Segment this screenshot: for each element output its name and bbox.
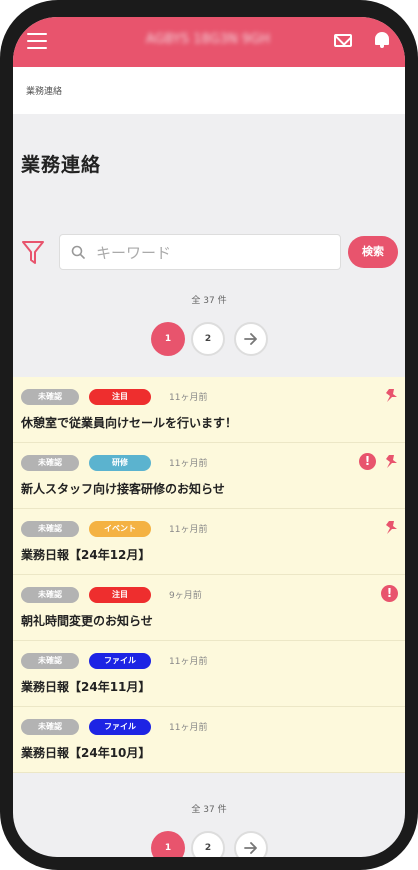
bell-icon[interactable]: [375, 32, 389, 48]
search-box: [59, 234, 341, 271]
timestamp: 11ヶ月前: [169, 525, 208, 535]
pagination: 1 2: [151, 322, 281, 358]
list-item[interactable]: 未確認 ファイル 11ヶ月前 業務日報【24年10月】: [13, 707, 405, 773]
page-title: 業務連絡: [21, 154, 102, 176]
status-badge: 未確認: [21, 719, 79, 735]
filter-icon[interactable]: [22, 240, 44, 266]
status-badge: 未確認: [21, 587, 79, 603]
list-item[interactable]: 未確認 注目 11ヶ月前 休憩室で従業員向けセールを行います！: [13, 377, 405, 443]
notice-list: 未確認 注目 11ヶ月前 休憩室で従業員向けセールを行います！ 未確認 研修 1…: [13, 377, 405, 773]
header-title: AGBYS 18G3N 9GH: [145, 32, 271, 47]
next-page-button[interactable]: [234, 322, 268, 356]
list-item[interactable]: 未確認 ファイル 11ヶ月前 業務日報【24年11月】: [13, 641, 405, 707]
category-badge: ファイル: [89, 719, 151, 735]
category-badge: 研修: [89, 455, 151, 471]
alert-icon: !: [381, 585, 398, 602]
arrow-right-icon: [244, 333, 257, 345]
search-button[interactable]: 検索: [348, 236, 398, 268]
pagination-bottom: 1 2: [151, 831, 281, 857]
status-badge: 未確認: [21, 455, 79, 471]
category-badge: 注目: [89, 389, 151, 405]
item-title: 朝礼時間変更のお知らせ: [21, 614, 153, 628]
app-header: AGBYS 18G3N 9GH: [13, 17, 405, 67]
breadcrumb-bar: 業務連絡: [13, 67, 405, 114]
item-title: 業務日報【24年12月】: [21, 548, 151, 562]
search-icon: [71, 245, 85, 259]
result-count: 全 37 件: [191, 296, 227, 306]
alert-icon: !: [359, 453, 376, 470]
pin-icon[interactable]: [383, 453, 401, 471]
category-badge: イベント: [89, 521, 151, 537]
page-2-button[interactable]: 2: [191, 322, 225, 356]
item-title: 新人スタッフ向け接客研修のお知らせ: [21, 482, 225, 496]
arrow-right-icon: [244, 842, 257, 854]
item-title: 業務日報【24年11月】: [21, 680, 151, 694]
pin-icon[interactable]: [383, 387, 401, 405]
pin-icon[interactable]: [383, 519, 401, 537]
page-1-button[interactable]: 1: [151, 831, 185, 857]
screen: AGBYS 18G3N 9GH 業務連絡 業務連絡 検索 全 37 件 1 2: [13, 17, 405, 857]
category-badge: 注目: [89, 587, 151, 603]
timestamp: 11ヶ月前: [169, 393, 208, 403]
timestamp: 11ヶ月前: [169, 657, 208, 667]
category-badge: ファイル: [89, 653, 151, 669]
timestamp: 9ヶ月前: [169, 591, 202, 601]
timestamp: 11ヶ月前: [169, 459, 208, 469]
list-item[interactable]: 未確認 研修 11ヶ月前 新人スタッフ向け接客研修のお知らせ !: [13, 443, 405, 509]
next-page-button[interactable]: [234, 831, 268, 857]
item-title: 休憩室で従業員向けセールを行います！: [21, 416, 238, 430]
list-item[interactable]: 未確認 イベント 11ヶ月前 業務日報【24年12月】: [13, 509, 405, 575]
result-count-bottom: 全 37 件: [191, 805, 227, 815]
phone-frame: AGBYS 18G3N 9GH 業務連絡 業務連絡 検索 全 37 件 1 2: [0, 0, 418, 870]
status-badge: 未確認: [21, 653, 79, 669]
page-2-button[interactable]: 2: [191, 831, 225, 857]
hamburger-menu-icon[interactable]: [27, 33, 47, 49]
page-1-button[interactable]: 1: [151, 322, 185, 356]
search-input[interactable]: [94, 235, 338, 271]
breadcrumb[interactable]: 業務連絡: [26, 84, 62, 97]
status-badge: 未確認: [21, 521, 79, 537]
mail-icon[interactable]: [334, 34, 352, 47]
list-item[interactable]: 未確認 注目 9ヶ月前 朝礼時間変更のお知らせ !: [13, 575, 405, 641]
timestamp: 11ヶ月前: [169, 723, 208, 733]
status-badge: 未確認: [21, 389, 79, 405]
item-title: 業務日報【24年10月】: [21, 746, 151, 760]
